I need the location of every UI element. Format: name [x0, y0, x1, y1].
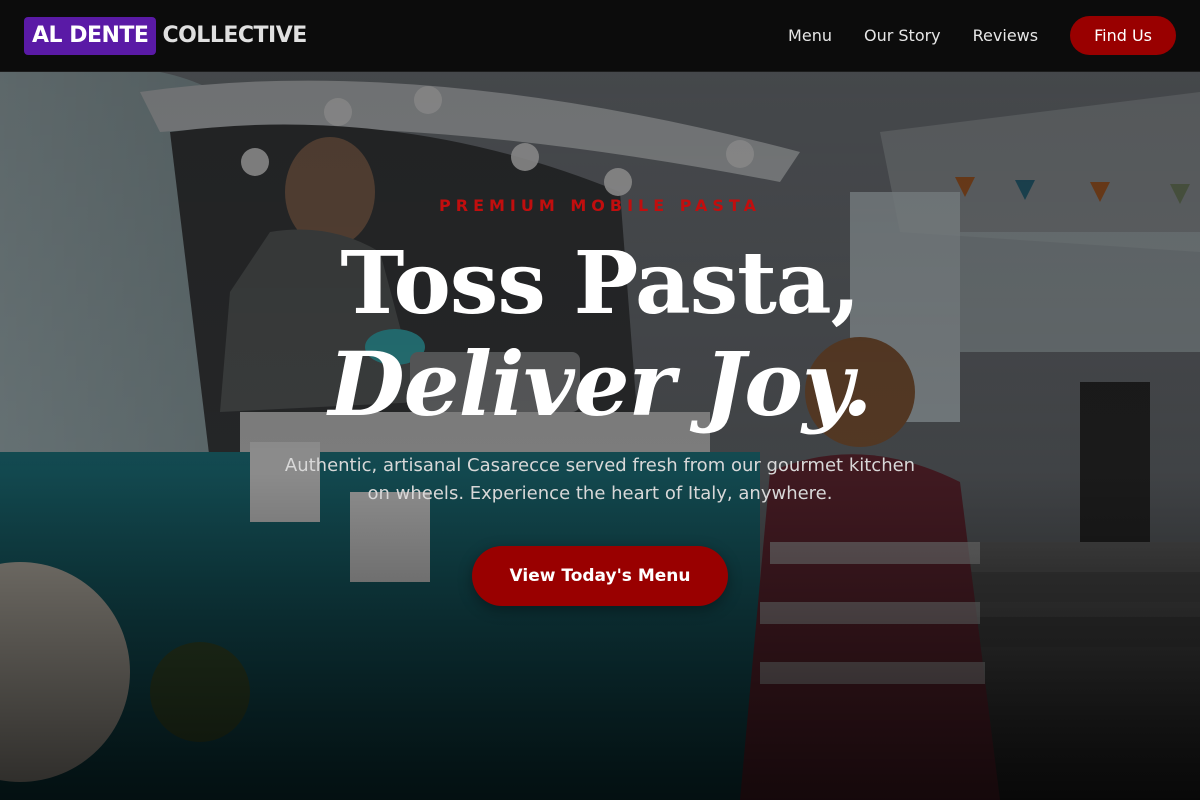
site-header: AL DENTE COLLECTIVE Menu Our Story Revie… [0, 0, 1200, 72]
hero-content: PREMIUM MOBILE PASTA Toss Pasta, Deliver… [0, 72, 1200, 800]
hero-subtext: Authentic, artisanal Casarecce served fr… [284, 455, 916, 504]
nav-link-menu[interactable]: Menu [788, 26, 832, 45]
view-todays-menu-button[interactable]: View Today's Menu [472, 546, 728, 606]
find-us-button[interactable]: Find Us [1070, 16, 1176, 55]
brand-logo-highlight: AL DENTE [24, 16, 157, 55]
hero-eyebrow: PREMIUM MOBILE PASTA [439, 196, 761, 215]
brand-logo-text: COLLECTIVE [162, 23, 307, 48]
brand-logo[interactable]: AL DENTE COLLECTIVE [24, 16, 307, 55]
hero-section: PREMIUM MOBILE PASTA Toss Pasta, Deliver… [0, 72, 1200, 800]
main-nav: Menu Our Story Reviews Find Us [788, 16, 1176, 55]
nav-link-our-story[interactable]: Our Story [864, 26, 941, 45]
hero-headline-line2: Deliver Joy. [328, 332, 872, 436]
nav-link-reviews[interactable]: Reviews [973, 26, 1038, 45]
hero-headline-line1: Toss Pasta, [340, 233, 860, 334]
